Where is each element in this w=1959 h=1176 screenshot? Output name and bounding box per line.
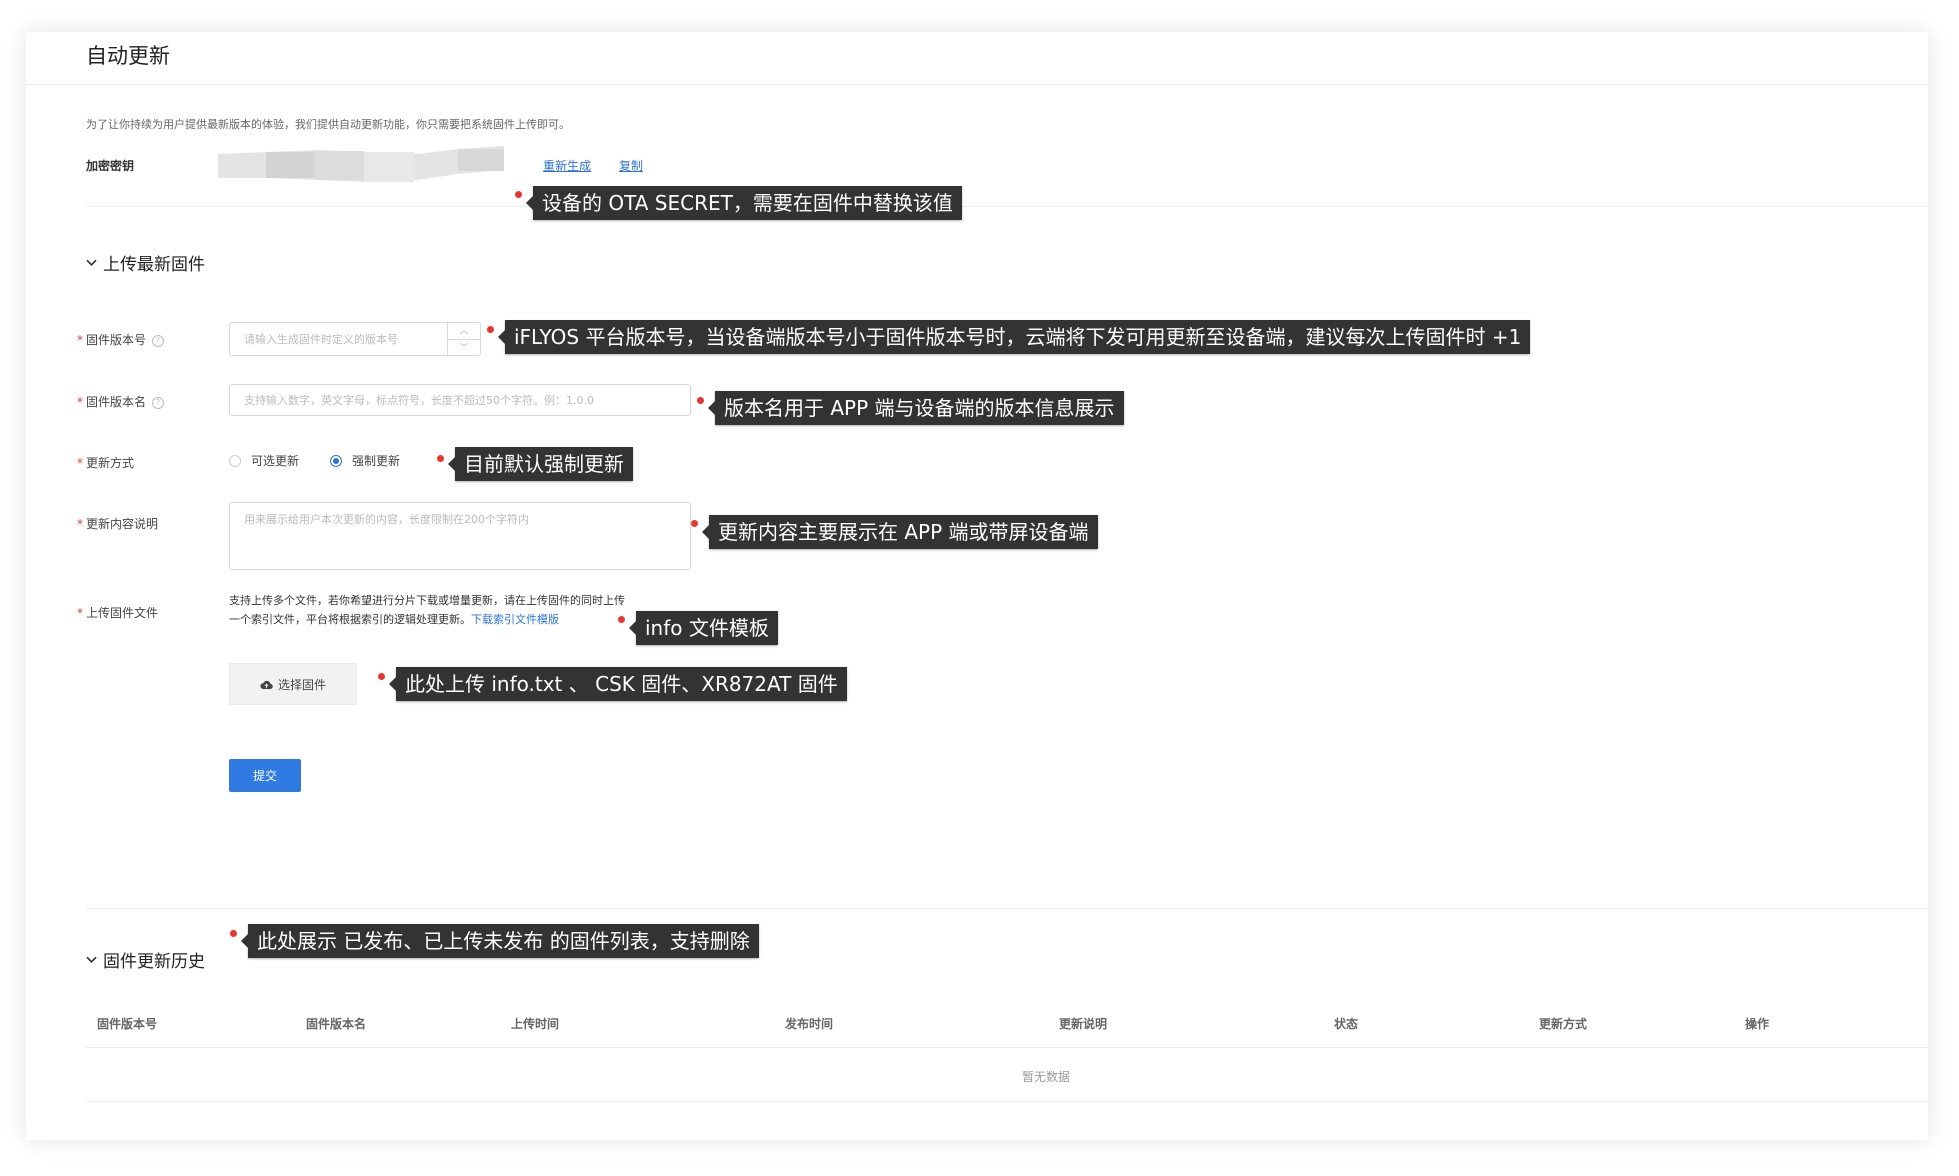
- column-header: 固件版本号: [97, 1017, 158, 1031]
- header-divider: [26, 84, 1928, 85]
- upload-section-header[interactable]: 上传最新固件: [86, 250, 205, 275]
- history-section-title: 固件更新历史: [103, 952, 205, 972]
- radio-forced-update[interactable]: 强制更新: [330, 452, 400, 469]
- annotation-secret: 设备的 OTA SECRET，需要在固件中替换该值: [526, 186, 962, 220]
- version-code-label: * 固件版本号?: [77, 331, 165, 348]
- description-textarea[interactable]: 用来展示给用户本次更新的内容，长度限制在200个字符内: [229, 502, 691, 570]
- history-section-header[interactable]: 固件更新历史: [86, 947, 205, 972]
- stepper-up-icon: ︿: [460, 326, 468, 336]
- submit-button[interactable]: 提交: [229, 759, 301, 792]
- help-icon[interactable]: ?: [152, 396, 165, 409]
- annotation-pin: [618, 616, 625, 623]
- annotation-pin: [691, 520, 698, 527]
- version-name-input[interactable]: 支持输入数字，英文字母，标点符号，长度不超过50个字符。例：1.0.0: [229, 384, 691, 416]
- table-bottom-divider: [86, 1101, 1928, 1102]
- file-hint: 支持上传多个文件，若你希望进行分片下载或增量更新，请在上传固件的同时上传 一个索…: [229, 594, 625, 626]
- column-header: 状态: [1334, 1017, 1359, 1031]
- annotation-pin: [515, 191, 522, 198]
- column-header: 更新说明: [1059, 1017, 1108, 1031]
- intro-text: 为了让你持续为用户提供最新版本的体验，我们提供自动更新功能，你只需要把系统固件上…: [86, 118, 570, 131]
- stepper-down-icon: ﹀: [448, 338, 480, 356]
- description-label: * 更新内容说明: [77, 517, 159, 531]
- chevron-down-icon: [86, 956, 97, 963]
- secret-label: 加密密钥: [86, 159, 135, 173]
- annotation-upload: 此处上传 info.txt 、 CSK 固件、XR872AT 固件: [389, 667, 847, 701]
- table-header-divider: [86, 1047, 1928, 1048]
- version-name-label: * 固件版本名?: [77, 393, 165, 410]
- chevron-down-icon: [86, 259, 97, 266]
- column-header: 发布时间: [785, 1017, 834, 1031]
- empty-state-text: 暂无数据: [1022, 1070, 1071, 1084]
- annotation-template: info 文件模板: [629, 611, 778, 645]
- section-divider: [86, 206, 1928, 207]
- column-header: 更新方式: [1539, 1017, 1588, 1031]
- radio-optional-update[interactable]: 可选更新: [229, 452, 299, 469]
- annotation-pin: [697, 397, 704, 404]
- annotation-description: 更新内容主要展示在 APP 端或带屏设备端: [702, 515, 1098, 549]
- version-code-stepper[interactable]: ︿ ﹀: [447, 323, 480, 355]
- column-header: 固件版本名: [306, 1017, 367, 1031]
- page-title: 自动更新: [86, 44, 170, 68]
- regenerate-secret-link[interactable]: 重新生成: [543, 157, 591, 174]
- column-header: 上传时间: [511, 1017, 560, 1031]
- update-mode-label: * 更新方式: [77, 456, 135, 470]
- annotation-pin: [378, 673, 385, 680]
- annotation-version-code: iFLYOS 平台版本号，当设备端版本号小于固件版本号时，云端将下发可用更新至设…: [497, 320, 1531, 354]
- radio-circle: [229, 454, 241, 467]
- annotation-pin: [437, 455, 444, 462]
- copy-secret-link[interactable]: 复制: [619, 157, 643, 174]
- radio-circle-selected: [330, 454, 342, 467]
- annotation-version-name: 版本名用于 APP 端与设备端的版本信息展示: [708, 391, 1124, 425]
- annotation-update-mode: 目前默认强制更新: [448, 447, 633, 481]
- main-card: [26, 32, 1928, 1140]
- annotation-pin: [230, 930, 237, 937]
- help-icon[interactable]: ?: [152, 334, 165, 347]
- redacted-secret-value: [218, 146, 504, 182]
- cloud-upload-icon: [260, 680, 273, 689]
- section-divider: [86, 908, 1928, 909]
- column-header: 操作: [1745, 1017, 1770, 1031]
- download-template-link[interactable]: 下载索引文件模版: [471, 613, 559, 626]
- version-code-input[interactable]: 请输入生成固件时定义的版本号 ︿ ﹀: [229, 322, 481, 356]
- file-label: * 上传固件文件: [77, 606, 159, 620]
- annotation-history: 此处展示 已发布、已上传未发布 的固件列表，支持删除: [241, 924, 759, 958]
- upload-section-title: 上传最新固件: [103, 255, 205, 275]
- annotation-pin: [487, 326, 494, 333]
- choose-firmware-button[interactable]: 选择固件: [229, 663, 357, 705]
